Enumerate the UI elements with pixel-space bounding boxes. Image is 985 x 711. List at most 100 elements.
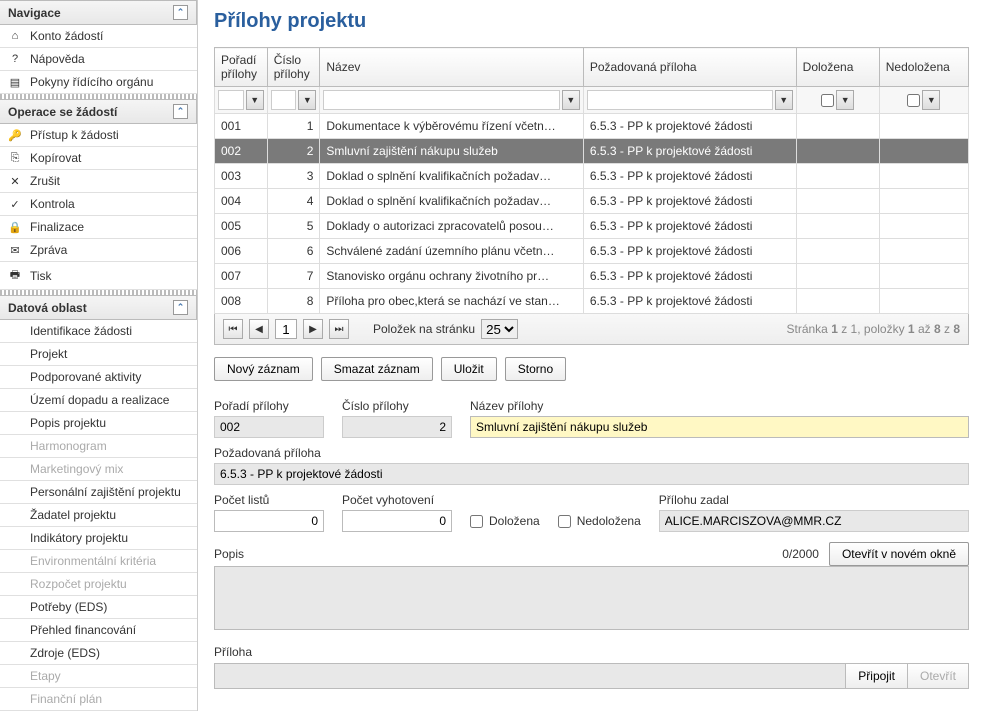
priloha-path-field <box>215 664 845 688</box>
table-row[interactable]: 0044Doklad o splnění kvalifikačních poža… <box>215 189 969 214</box>
nav-item[interactable]: ⌂Konto žádostí <box>0 25 197 48</box>
table-row[interactable]: 0066Schválené zadání územního plánu včet… <box>215 239 969 264</box>
nav-item-icon: 🔑 <box>8 129 22 142</box>
sidebar: Navigace⌃⌂Konto žádostí?Nápověda▤Pokyny … <box>0 0 198 711</box>
nav-item[interactable]: Potřeby (EDS) <box>0 596 197 619</box>
filter-poradi[interactable] <box>218 90 244 110</box>
popis-textarea[interactable] <box>214 566 969 630</box>
nazev-field[interactable] <box>470 416 969 438</box>
table-cell <box>879 264 968 289</box>
nav-item[interactable]: Území dopadu a realizace <box>0 389 197 412</box>
nav-item[interactable]: 🔑Přístup k žádosti <box>0 124 197 147</box>
open-button[interactable]: Otevřít <box>907 664 968 688</box>
table-cell <box>879 239 968 264</box>
cislo-field <box>342 416 452 438</box>
vyhot-field[interactable] <box>342 510 452 532</box>
filter-icon[interactable]: ▼ <box>298 90 316 110</box>
table-cell: 8 <box>267 289 320 314</box>
table-row[interactable]: 0011Dokumentace k výběrovému řízení včet… <box>215 114 969 139</box>
open-new-window-button[interactable]: Otevřít v novém okně <box>829 542 969 566</box>
zadal-label: Přílohu zadal <box>659 493 969 507</box>
col-dolozena[interactable]: Doložena <box>796 48 879 87</box>
filter-icon[interactable]: ▼ <box>775 90 793 110</box>
nazev-label: Název přílohy <box>470 399 969 413</box>
nav-item-label: Popis projektu <box>30 416 106 430</box>
pager-page-input[interactable] <box>275 319 297 339</box>
table-row[interactable]: 0033Doklad o splnění kvalifikačních poža… <box>215 164 969 189</box>
col-pozad[interactable]: Požadovaná příloha <box>583 48 796 87</box>
nav-item-icon: ⎘ <box>8 152 22 165</box>
col-nedolozena[interactable]: Nedoložena <box>879 48 968 87</box>
nav-item[interactable]: ▤Pokyny řídícího orgánu <box>0 71 197 94</box>
filter-icon[interactable]: ▼ <box>836 90 854 110</box>
zadal-field <box>659 510 969 532</box>
table-row[interactable]: 0022Smluvní zajištění nákupu služeb6.5.3… <box>215 139 969 164</box>
filter-dolozena-chk[interactable] <box>821 94 834 107</box>
nav-section-header[interactable]: Datová oblast⌃ <box>0 295 197 320</box>
nav-item-label: Konto žádostí <box>30 29 103 43</box>
nav-item[interactable]: Indikátory projektu <box>0 527 197 550</box>
pager-next[interactable]: ▶ <box>303 319 323 339</box>
nav-item: Environmentální kritéria <box>0 550 197 573</box>
chevron-up-icon[interactable]: ⌃ <box>173 104 188 119</box>
nav-item-label: Indikátory projektu <box>30 531 128 545</box>
table-cell <box>796 214 879 239</box>
table-cell: Doklad o splnění kvalifikačních požadav… <box>320 164 583 189</box>
table-row[interactable]: 0077Stanovisko orgánu ochrany životního … <box>215 264 969 289</box>
nedolozena-checkbox[interactable] <box>558 515 571 528</box>
nav-item[interactable]: ✕Zrušit <box>0 170 197 193</box>
listu-label: Počet listů <box>214 493 324 507</box>
nav-item[interactable]: Personální zajištění projektu <box>0 481 197 504</box>
nav-item[interactable]: ?Nápověda <box>0 48 197 71</box>
poradi-label: Pořadí přílohy <box>214 399 324 413</box>
nav-item[interactable]: Popis projektu <box>0 412 197 435</box>
nav-section-title: Operace se žádostí <box>8 105 117 119</box>
pager-last[interactable]: ⏭ <box>329 319 349 339</box>
filter-icon[interactable]: ▼ <box>246 90 264 110</box>
filter-icon[interactable]: ▼ <box>922 90 940 110</box>
nav-item-label: Zdroje (EDS) <box>30 646 100 660</box>
chevron-up-icon[interactable]: ⌃ <box>173 5 188 20</box>
table-cell: 4 <box>267 189 320 214</box>
table-row[interactable]: 0055Doklady o autorizaci zpracovatelů po… <box>215 214 969 239</box>
nav-item[interactable]: Přehled financování <box>0 619 197 642</box>
table-cell <box>796 189 879 214</box>
nav-item[interactable]: ⎘Kopírovat <box>0 147 197 170</box>
nav-item[interactable]: Identifikace žádosti <box>0 320 197 343</box>
pager-first[interactable]: ⏮ <box>223 319 243 339</box>
filter-nedolozena-chk[interactable] <box>907 94 920 107</box>
pager-prev[interactable]: ◀ <box>249 319 269 339</box>
pozad-label: Požadovaná příloha <box>214 446 969 460</box>
nav-item-label: Území dopadu a realizace <box>30 393 169 407</box>
filter-icon[interactable]: ▼ <box>562 90 580 110</box>
nav-item[interactable]: Projekt <box>0 343 197 366</box>
nav-item[interactable]: 🔒Finalizace <box>0 216 197 239</box>
chevron-up-icon[interactable]: ⌃ <box>173 300 188 315</box>
table-row[interactable]: 0088Příloha pro obec,která se nachází ve… <box>215 289 969 314</box>
col-cislo[interactable]: Číslo přílohy <box>267 48 320 87</box>
save-button[interactable]: Uložit <box>441 357 497 381</box>
nav-section-header[interactable]: Operace se žádostí ⌃ <box>0 99 197 124</box>
attach-button[interactable]: Připojit <box>845 664 907 688</box>
nav-item[interactable]: Žadatel projektu <box>0 504 197 527</box>
listu-field[interactable] <box>214 510 324 532</box>
dolozena-checkbox[interactable] <box>470 515 483 528</box>
filter-cislo[interactable] <box>271 90 297 110</box>
table-cell: 5 <box>267 214 320 239</box>
nav-section-header[interactable]: Navigace⌃ <box>0 0 197 25</box>
filter-nazev[interactable] <box>323 90 559 110</box>
pager-per-select[interactable]: 25 <box>481 319 518 339</box>
table-cell: Doklad o splnění kvalifikačních požadav… <box>320 189 583 214</box>
col-nazev[interactable]: Název <box>320 48 583 87</box>
nav-item[interactable]: ✉Zpráva <box>0 239 197 262</box>
nav-item[interactable]: 🖶Tisk <box>0 262 197 290</box>
nav-item[interactable]: ✓Kontrola <box>0 193 197 216</box>
col-poradi[interactable]: Pořadí přílohy <box>215 48 268 87</box>
nav-item[interactable]: Podporované aktivity <box>0 366 197 389</box>
delete-record-button[interactable]: Smazat záznam <box>321 357 433 381</box>
grid-actions: Nový záznam Smazat záznam Uložit Storno <box>214 357 969 381</box>
new-record-button[interactable]: Nový záznam <box>214 357 313 381</box>
nav-item[interactable]: Zdroje (EDS) <box>0 642 197 665</box>
filter-pozad[interactable] <box>587 90 773 110</box>
storno-button[interactable]: Storno <box>505 357 566 381</box>
